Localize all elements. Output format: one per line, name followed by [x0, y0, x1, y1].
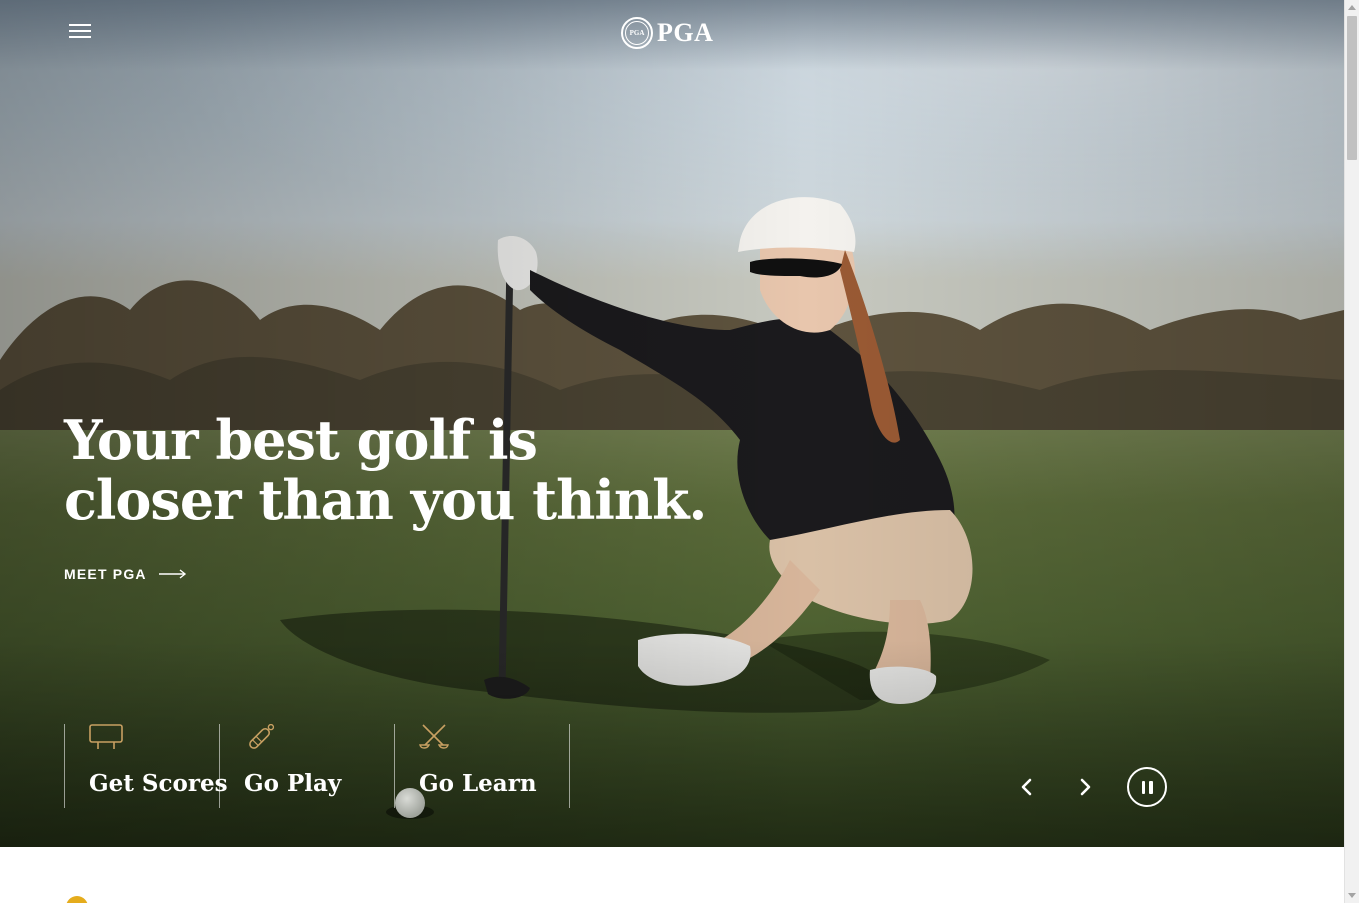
hamburger-menu-icon[interactable] — [66, 20, 94, 44]
scroll-up-icon[interactable] — [1348, 5, 1356, 10]
content-section — [0, 847, 1344, 903]
pga-logo[interactable]: PGA PGA — [621, 16, 713, 50]
quick-link-go-play[interactable]: Go Play — [219, 724, 394, 808]
chevron-left-icon[interactable] — [1012, 772, 1042, 802]
pga-seal-icon: PGA — [621, 17, 653, 49]
scroll-down-icon[interactable] — [1348, 893, 1356, 898]
crossed-clubs-icon — [419, 724, 449, 749]
pga-seal-text: PGA — [625, 21, 649, 45]
hero-banner: PGA PGA Your best golf is closer than yo… — [0, 0, 1344, 847]
quick-link-go-learn[interactable]: Go Learn — [394, 724, 570, 808]
section-badge — [66, 896, 88, 903]
meet-pga-link[interactable]: MEET PGA — [64, 566, 187, 582]
golf-tee-icon — [249, 724, 275, 749]
quick-link-label: Go Learn — [419, 770, 537, 797]
pause-icon[interactable] — [1127, 767, 1167, 807]
arrow-right-icon — [158, 569, 186, 579]
quick-link-get-scores[interactable]: Get Scores — [64, 724, 228, 808]
quick-link-label: Go Play — [244, 770, 342, 797]
quick-links: Get Scores Go Play Go Learn — [64, 724, 570, 808]
scoreboard-icon — [89, 724, 123, 749]
quick-link-label: Get Scores — [89, 770, 228, 797]
meet-pga-label: MEET PGA — [64, 566, 147, 582]
pga-logo-text: PGA — [657, 18, 714, 47]
chevron-right-icon[interactable] — [1070, 772, 1100, 802]
hero-headline: Your best golf is closer than you think. — [64, 408, 707, 532]
scrollbar-thumb[interactable] — [1347, 16, 1357, 160]
page-scrollbar[interactable] — [1344, 0, 1359, 903]
